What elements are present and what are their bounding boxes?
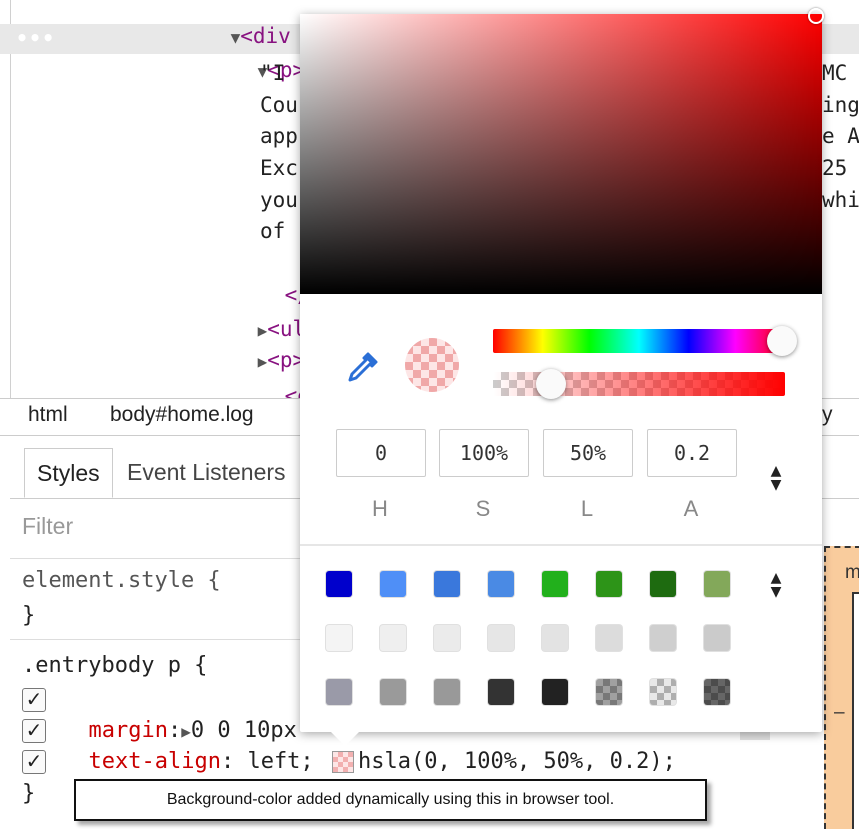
lightness-label: L [580, 496, 594, 521]
palette-color-chip[interactable] [326, 625, 352, 651]
popover-arrow [329, 730, 361, 746]
element-style-close: } [22, 603, 36, 628]
property-checkbox[interactable]: ✓ [22, 750, 46, 774]
hue-slider-knob[interactable] [767, 326, 797, 356]
breadcrumb-item-tail[interactable]: y [822, 403, 833, 427]
color-palette [326, 571, 746, 721]
tab-styles[interactable]: Styles [24, 448, 113, 498]
palette-color-chip[interactable] [488, 571, 514, 597]
dom-text-line-tail: 25 [822, 156, 848, 180]
hue-input[interactable]: 0 [336, 429, 426, 477]
palette-color-chip[interactable] [704, 625, 730, 651]
property-checkbox[interactable]: ✓ [22, 719, 46, 743]
breadcrumb-item-body[interactable]: body#home.log [110, 403, 254, 427]
palette-color-chip[interactable] [542, 679, 568, 705]
palette-color-chip[interactable] [380, 679, 406, 705]
palette-color-chip[interactable] [650, 679, 676, 705]
palette-color-chip[interactable] [434, 571, 460, 597]
dom-text-line: app [260, 124, 298, 148]
palette-color-chip[interactable] [434, 625, 460, 651]
lightness-input[interactable]: 50% [543, 429, 633, 477]
hue-slider[interactable] [493, 329, 785, 353]
background-color-value[interactable]: hsla(0, 100%, 50%, 0.2); [358, 746, 676, 777]
palette-color-chip[interactable] [488, 625, 514, 651]
annotation-caption: Background-color added dynamically using… [74, 779, 707, 821]
saturation-value-handle[interactable] [808, 8, 824, 24]
dom-text-line: Exc [260, 156, 298, 180]
dom-text-line: "I [260, 61, 286, 85]
palette-color-chip[interactable] [704, 679, 730, 705]
rule-selector: .entrybody p { [22, 653, 208, 678]
breadcrumb-item-html[interactable]: html [28, 403, 68, 427]
palette-color-chip[interactable] [326, 679, 352, 705]
format-toggle-icon[interactable]: ▲ ▼ [768, 464, 784, 492]
dom-text-line-tail: whi [822, 188, 859, 212]
palette-divider [300, 544, 822, 546]
palette-color-chip[interactable] [542, 571, 568, 597]
alpha-input[interactable]: 0.2 [647, 429, 737, 477]
dom-text-line-tail: e A [822, 124, 859, 148]
palette-color-chip[interactable] [650, 625, 676, 651]
palette-switcher-icon[interactable]: ▲ ▼ [768, 571, 784, 599]
eyedropper-icon[interactable] [344, 350, 380, 386]
dom-text-line: of [260, 219, 286, 243]
alpha-label: A [683, 496, 699, 521]
dom-text-line-tail: MC [822, 61, 848, 85]
box-model-value: – [834, 702, 845, 723]
node-actions-ellipsis[interactable]: ••• [16, 26, 55, 50]
palette-color-chip[interactable] [380, 571, 406, 597]
dom-text-line: Cou [260, 93, 298, 117]
panel-border [10, 0, 11, 398]
palette-color-chip[interactable] [596, 571, 622, 597]
palette-color-chip[interactable] [650, 571, 676, 597]
dom-text-line-tail: ing [822, 93, 859, 117]
saturation-input[interactable]: 100% [439, 429, 529, 477]
dom-text-line: you [260, 188, 298, 212]
color-picker-popover: 0 100% 50% 0.2 H S L A ▲ ▼ ▲ ▼ [300, 8, 824, 732]
palette-color-chip[interactable] [380, 625, 406, 651]
palette-color-chip[interactable] [326, 571, 352, 597]
box-model-margin-label: m [845, 562, 859, 583]
palette-color-chip[interactable] [542, 625, 568, 651]
saturation-label: S [475, 496, 491, 521]
styles-filter-input[interactable]: Filter [22, 513, 73, 540]
palette-color-chip[interactable] [434, 679, 460, 705]
element-style-selector: element.style { [22, 568, 221, 593]
palette-color-chip[interactable] [596, 679, 622, 705]
rule-close: } [22, 781, 36, 806]
box-model-border [852, 592, 859, 829]
hue-label: H [372, 496, 388, 521]
color-swatch-icon[interactable] [332, 751, 354, 773]
palette-color-chip[interactable] [488, 679, 514, 705]
palette-color-chip[interactable] [596, 625, 622, 651]
saturation-value-area[interactable] [300, 14, 822, 294]
color-preview-swatch [405, 338, 459, 392]
palette-color-chip[interactable] [704, 571, 730, 597]
property-checkbox[interactable]: ✓ [22, 688, 46, 712]
tab-event-listeners[interactable]: Event Listeners [115, 448, 298, 496]
